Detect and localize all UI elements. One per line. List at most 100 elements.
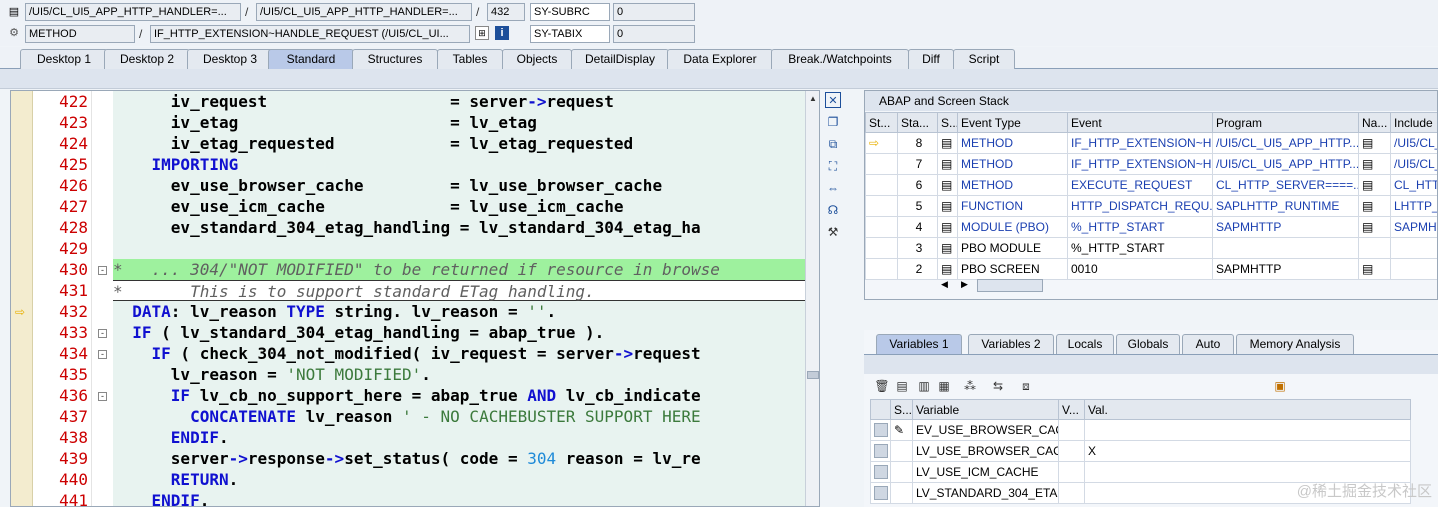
- fold-toggle-icon[interactable]: -: [98, 350, 107, 359]
- event-type-field[interactable]: METHOD: [25, 25, 135, 43]
- stack-row[interactable]: 6 ▤ METHOD EXECUTE_REQUEST CL_HTTP_SERVER===…: [865, 174, 1437, 196]
- code-line[interactable]: IF lv_cb_no_support_here = abap_true AND…: [113, 385, 805, 406]
- code-line[interactable]: iv_request = server->request: [113, 91, 805, 112]
- services-icon[interactable]: ☊: [825, 202, 841, 218]
- tab-script[interactable]: Script: [953, 49, 1015, 69]
- program-field[interactable]: /UI5/CL_UI5_APP_HTTP_HANDLER=...: [25, 3, 241, 21]
- stack-row[interactable]: 5 ▤ FUNCTION HTTP_DISPATCH_REQU... SAPLHTTP_…: [865, 195, 1437, 217]
- stack-row[interactable]: 4 ▤ MODULE (PBO) %_HTTP_START SAPMHTTP ▤ SAPMH…: [865, 216, 1437, 238]
- column-header[interactable]: Sta...: [897, 112, 938, 133]
- info-icon[interactable]: i: [495, 26, 509, 40]
- scroll-thumb[interactable]: [977, 279, 1043, 292]
- column-header[interactable]: Event: [1067, 112, 1213, 133]
- scroll-up-icon[interactable]: ▲: [807, 93, 819, 105]
- tab-breakpoints[interactable]: Break./Watchpoints: [771, 49, 909, 69]
- breakpoint-gutter[interactable]: ⇨: [11, 91, 33, 506]
- tab-diff[interactable]: Diff: [908, 49, 954, 69]
- tab-locals[interactable]: Locals: [1056, 334, 1114, 354]
- stack-row[interactable]: 7 ▤ METHOD IF_HTTP_EXTENSION~H.../UI5/CL_UI…: [865, 153, 1437, 175]
- detail-icon[interactable]: ▦: [936, 378, 952, 394]
- save-icon[interactable]: ▣: [1272, 378, 1288, 394]
- fold-toggle-icon[interactable]: -: [98, 329, 107, 338]
- replace-tool-icon[interactable]: ⧉: [825, 136, 841, 152]
- tab-memory-analysis[interactable]: Memory Analysis: [1236, 334, 1354, 354]
- new-tool-icon[interactable]: ❐: [825, 114, 841, 130]
- tab-desktop-1[interactable]: Desktop 1: [20, 49, 108, 69]
- code-line[interactable]: ev_use_icm_cache = lv_use_icm_cache: [113, 196, 805, 217]
- include-field[interactable]: /UI5/CL_UI5_APP_HTTP_HANDLER=...: [256, 3, 472, 21]
- column-header[interactable]: Val.: [1084, 399, 1411, 420]
- code-line[interactable]: iv_etag_requested = lv_etag_requested: [113, 133, 805, 154]
- navigate-icon[interactable]: ▤: [1358, 132, 1391, 154]
- code-line[interactable]: IF ( check_304_not_modified( iv_request …: [113, 343, 805, 364]
- tab-variables-2[interactable]: Variables 2: [968, 334, 1054, 354]
- code-line[interactable]: ENDIF.: [113, 427, 805, 448]
- variable-name[interactable]: EV_USE_BROWSER_CACHE: [912, 419, 1059, 441]
- fold-toggle-icon[interactable]: -: [98, 392, 107, 401]
- swap-tools-icon[interactable]: ⇔: [825, 180, 841, 196]
- tab-detail-display[interactable]: DetailDisplay: [571, 49, 669, 69]
- display-object-icon[interactable]: ⊞: [475, 26, 489, 40]
- editor-scrollbar[interactable]: ▲: [805, 91, 819, 506]
- stack-row[interactable]: 3 ▤ PBO MODULE %_HTTP_START: [865, 237, 1437, 259]
- sysvar-name-field-2[interactable]: SY-TABIX: [530, 25, 610, 43]
- tab-standard[interactable]: Standard: [268, 49, 354, 69]
- column-header[interactable]: Variable: [912, 399, 1059, 420]
- navigate-icon[interactable]: ▤: [1358, 216, 1391, 238]
- sysvar-value-field[interactable]: 0: [613, 3, 695, 21]
- hierarchy-icon[interactable]: ⁂: [962, 378, 978, 394]
- tab-tables[interactable]: Tables: [437, 49, 503, 69]
- variable-value[interactable]: X: [1084, 440, 1411, 462]
- variable-name[interactable]: LV_USE_ICM_CACHE: [912, 461, 1059, 483]
- code-line[interactable]: RETURN.: [113, 469, 805, 490]
- row-selector[interactable]: [870, 461, 891, 483]
- code-line[interactable]: ENDIF.: [113, 490, 805, 506]
- delete-icon[interactable]: 🗑: [874, 378, 890, 394]
- sysvar-name-field[interactable]: SY-SUBRC: [530, 3, 610, 21]
- scroll-left-icon[interactable]: ◀: [941, 279, 948, 290]
- close-pane-icon[interactable]: ✕: [825, 92, 841, 108]
- tab-data-explorer[interactable]: Data Explorer: [667, 49, 773, 69]
- code-line[interactable]: * ... 304/"NOT MODIFIED" to be returned …: [113, 259, 805, 280]
- tab-desktop-3[interactable]: Desktop 3: [187, 49, 273, 69]
- variable-row[interactable]: LV_USE_BROWSER_CACHE X: [870, 440, 1411, 462]
- tab-globals[interactable]: Globals: [1116, 334, 1180, 354]
- tab-auto[interactable]: Auto: [1182, 334, 1234, 354]
- code-line[interactable]: iv_etag = lv_etag: [113, 112, 805, 133]
- import-icon[interactable]: ▤: [894, 378, 910, 394]
- tab-structures[interactable]: Structures: [352, 49, 438, 69]
- navigate-icon[interactable]: ▤: [1358, 195, 1391, 217]
- code-line[interactable]: * This is to support standard ETag handl…: [113, 280, 805, 301]
- scroll-right-icon[interactable]: ▶: [961, 279, 968, 290]
- navigate-icon[interactable]: ⇆: [990, 378, 1006, 394]
- variable-row[interactable]: ✎EV_USE_BROWSER_CACHE: [870, 419, 1411, 441]
- variable-name[interactable]: LV_USE_BROWSER_CACHE: [912, 440, 1059, 462]
- stack-hscroll[interactable]: ◀ ▶: [941, 279, 1121, 293]
- navigate-icon[interactable]: [1358, 237, 1391, 259]
- code-line[interactable]: lv_reason = 'NOT MODIFIED'.: [113, 364, 805, 385]
- select-icon[interactable]: ⧈: [1018, 378, 1034, 394]
- sysvar-value-field-2[interactable]: 0: [613, 25, 695, 43]
- variable-name[interactable]: LV_STANDARD_304_ETA...: [912, 482, 1059, 504]
- code-line[interactable]: server->response->set_status( code = 304…: [113, 448, 805, 469]
- event-field[interactable]: IF_HTTP_EXTENSION~HANDLE_REQUEST (/UI5/C…: [150, 25, 470, 43]
- column-header[interactable]: S...: [937, 112, 958, 133]
- column-header[interactable]: Program: [1212, 112, 1359, 133]
- column-header[interactable]: St...: [865, 112, 898, 133]
- code-line[interactable]: CONCATENATE lv_reason ' - NO CACHEBUSTER…: [113, 406, 805, 427]
- code-line[interactable]: ev_use_browser_cache = lv_use_browser_ca…: [113, 175, 805, 196]
- code-line[interactable]: IMPORTING: [113, 154, 805, 175]
- navigate-icon[interactable]: ▤: [1358, 258, 1391, 280]
- tab-desktop-2[interactable]: Desktop 2: [104, 49, 190, 69]
- row-selector[interactable]: [870, 440, 891, 462]
- column-header[interactable]: Event Type: [957, 112, 1068, 133]
- export-icon[interactable]: ▥: [916, 378, 932, 394]
- tab-variables-1[interactable]: Variables 1: [876, 334, 962, 354]
- line-number-field[interactable]: 432: [487, 3, 525, 21]
- row-selector[interactable]: [870, 419, 891, 441]
- code-line[interactable]: ev_standard_304_etag_handling = lv_stand…: [113, 217, 805, 238]
- column-header[interactable]: Na...: [1358, 112, 1391, 133]
- tab-objects[interactable]: Objects: [502, 49, 572, 69]
- column-header[interactable]: S...: [890, 399, 913, 420]
- code-line[interactable]: IF ( lv_standard_304_etag_handling = aba…: [113, 322, 805, 343]
